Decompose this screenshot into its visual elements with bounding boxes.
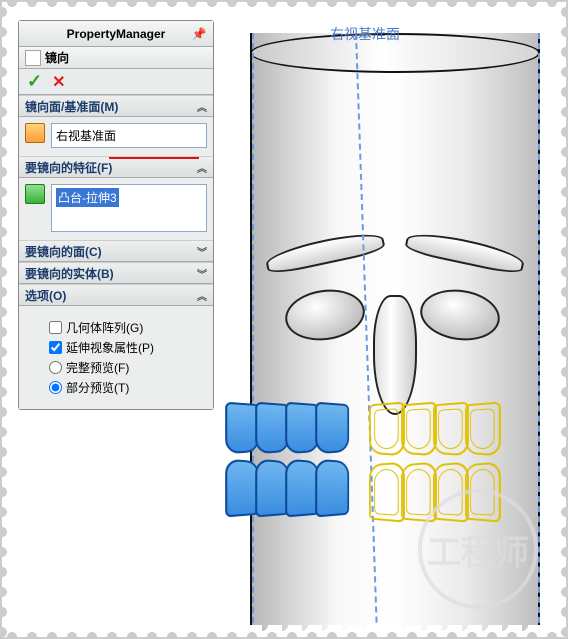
opt-extend-visual-checkbox[interactable]: [49, 341, 62, 354]
chevron-up-icon: ︽: [197, 288, 207, 303]
source-teeth-top: [231, 403, 351, 453]
opt-full-preview-radio[interactable]: [49, 361, 62, 374]
mirror-plane-field[interactable]: 右视基准面: [51, 123, 207, 148]
chevron-up-icon: ︽: [197, 160, 207, 175]
section-features-header[interactable]: 要镜向的特征(F) ︽: [19, 156, 213, 178]
red-underline: [109, 157, 199, 159]
section-bodies-header[interactable]: 要镜向的实体(B) ︾: [19, 262, 213, 284]
feature-selector-icon[interactable]: [25, 184, 45, 204]
section-options-label: 选项(O): [25, 287, 66, 304]
section-features-body: 凸台-拉伸3: [19, 178, 213, 240]
plane-selector-icon[interactable]: [25, 123, 45, 143]
section-mirror-plane-header[interactable]: 镜向面/基准面(M) ︽: [19, 95, 213, 117]
feature-header: 镜向: [19, 47, 213, 69]
opt-geometry-pattern[interactable]: 几何体阵列(G): [49, 319, 205, 336]
opt-partial-preview-radio[interactable]: [49, 381, 62, 394]
opt-partial-preview[interactable]: 部分预览(T): [49, 379, 205, 396]
section-bodies-label: 要镜向的实体(B): [25, 265, 114, 282]
section-mirror-plane-body: 右视基准面: [19, 117, 213, 156]
chevron-down-icon: ︾: [197, 266, 207, 281]
section-features-label: 要镜向的特征(F): [25, 159, 112, 176]
confirm-bar: ✓ ✕: [19, 69, 213, 95]
cancel-button[interactable]: ✕: [52, 72, 65, 92]
body-edge-left: [252, 33, 254, 633]
section-faces-header[interactable]: 要镜向的面(C) ︾: [19, 240, 213, 262]
feature-name: 镜向: [45, 49, 69, 66]
ok-button[interactable]: ✓: [27, 71, 42, 92]
plane-label[interactable]: 右视基准面: [330, 24, 400, 44]
mirror-preview-top: [373, 403, 501, 455]
pm-title-text: PropertyManager: [67, 27, 166, 41]
section-mirror-plane-label: 镜向面/基准面(M): [25, 98, 118, 115]
chevron-up-icon: ︽: [197, 99, 207, 114]
pm-titlebar: PropertyManager 📌: [19, 21, 213, 47]
opt-extend-visual[interactable]: 延伸视象属性(P): [49, 339, 205, 356]
opt-geometry-pattern-checkbox[interactable]: [49, 321, 62, 334]
chevron-down-icon: ︾: [197, 244, 207, 259]
source-teeth-bottom: [231, 460, 351, 516]
section-options-body: 几何体阵列(G) 延伸视象属性(P) 完整预览(F) 部分预览(T): [19, 306, 213, 409]
opt-full-preview[interactable]: 完整预览(F): [49, 359, 205, 376]
section-options-header[interactable]: 选项(O) ︽: [19, 284, 213, 306]
model-nose: [373, 295, 417, 415]
section-faces-label: 要镜向的面(C): [25, 243, 102, 260]
selected-feature-item[interactable]: 凸台-拉伸3: [56, 188, 119, 207]
property-manager-panel: PropertyManager 📌 镜向 ✓ ✕ 镜向面/基准面(M) ︽ 右视…: [18, 20, 214, 410]
body-edge-right: [538, 33, 540, 633]
watermark: 工程师: [418, 489, 538, 609]
features-listbox[interactable]: 凸台-拉伸3: [51, 184, 207, 232]
mirror-feature-icon: [25, 50, 41, 66]
pin-icon[interactable]: 📌: [189, 25, 209, 43]
